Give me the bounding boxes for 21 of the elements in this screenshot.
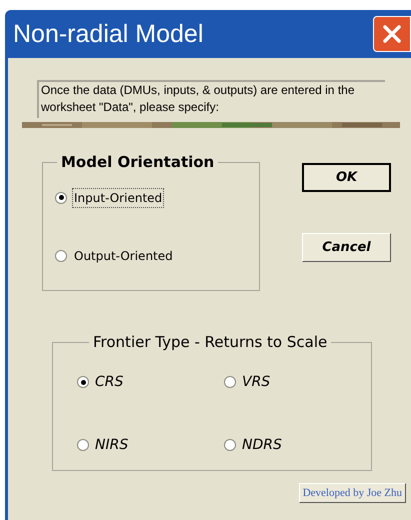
- option-label: CRS: [94, 372, 124, 392]
- instructions-text: Once the data (DMUs, inputs, & outputs) are entered in the worksheet "Data", please specify:: [37, 80, 385, 118]
- radio-button[interactable]: [77, 439, 89, 451]
- radio-button[interactable]: [77, 376, 89, 388]
- radio-button[interactable]: [224, 376, 236, 388]
- close-button[interactable]: [373, 16, 411, 52]
- option-label: Output-Oriented: [73, 248, 174, 264]
- dialog-button[interactable]: Cancel: [302, 233, 391, 262]
- option-label: Input-Oriented: [72, 188, 164, 208]
- group-title: Model Orientation: [60, 152, 216, 173]
- radio-button[interactable]: [55, 250, 67, 262]
- window-title: Non-radial Model: [13, 22, 204, 46]
- option-label: NDRS: [241, 436, 283, 454]
- radio-button[interactable]: [224, 439, 236, 451]
- close-icon: [382, 24, 402, 44]
- dialog-button[interactable]: OK: [302, 163, 391, 192]
- option-label: VRS: [241, 372, 272, 392]
- option-label: NIRS: [94, 436, 130, 454]
- group-title: Frontier Type - Returns to Scale: [92, 332, 328, 353]
- credit-button[interactable]: Developed by Joe Zhu: [298, 483, 406, 503]
- radio-button[interactable]: [55, 192, 67, 204]
